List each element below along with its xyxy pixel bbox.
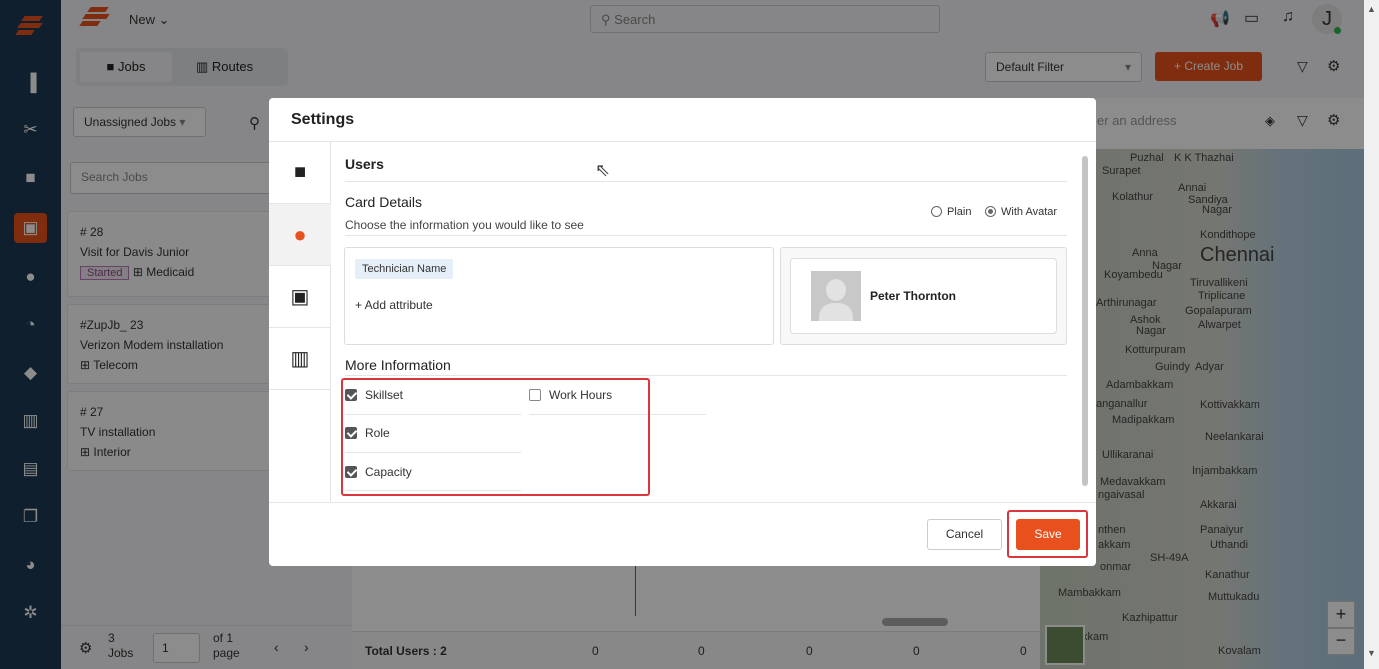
attribute-box: Technician Name + Add attribute [344,247,774,345]
cursor-icon: ⇖ [595,160,611,180]
avatar [811,271,861,321]
settings-nav-users[interactable]: ● [269,204,331,266]
section-title: Users [345,156,384,172]
radio-with-avatar[interactable]: With Avatar [985,206,1057,218]
settings-nav: ■ ● ▣ ▥ [269,142,331,502]
cancel-button[interactable]: Cancel [927,519,1002,550]
modal-title: Settings [291,111,355,128]
divider [345,181,1067,182]
card-preview: Peter Thornton [780,247,1067,345]
radio-plain[interactable]: Plain [931,206,971,218]
save-button[interactable]: Save [1016,519,1080,550]
settings-modal: Settings ■ ● ▣ ▥ Users ⇖ Card Details Ch… [269,98,1096,566]
settings-nav-calendar[interactable]: ▣ [269,266,331,328]
map-icon: ▥ [290,348,310,370]
preview-name: Peter Thornton [870,289,956,303]
attribute-chip[interactable]: Technician Name [355,259,454,279]
divider [345,235,1067,236]
modal-header: Settings [269,98,1096,142]
briefcase-icon: ■ [293,161,307,183]
modal-scrollbar[interactable] [1081,146,1089,496]
page-scrollbar[interactable]: ▲ ▼ [1364,0,1379,669]
card-details-title: Card Details [345,194,423,210]
add-attribute-link[interactable]: + Add attribute [355,298,433,312]
divider [345,375,1067,376]
settings-nav-jobs[interactable]: ■ [269,142,331,204]
divider [269,502,1096,503]
calendar-icon: ▣ [290,286,310,308]
card-details-subtitle: Choose the information you would like to… [345,218,584,232]
settings-nav-map[interactable]: ▥ [269,328,331,390]
highlight-box [341,378,650,496]
user-icon: ● [293,221,307,247]
preview-card: Peter Thornton [790,258,1057,334]
more-info-title: More Information [345,357,451,373]
